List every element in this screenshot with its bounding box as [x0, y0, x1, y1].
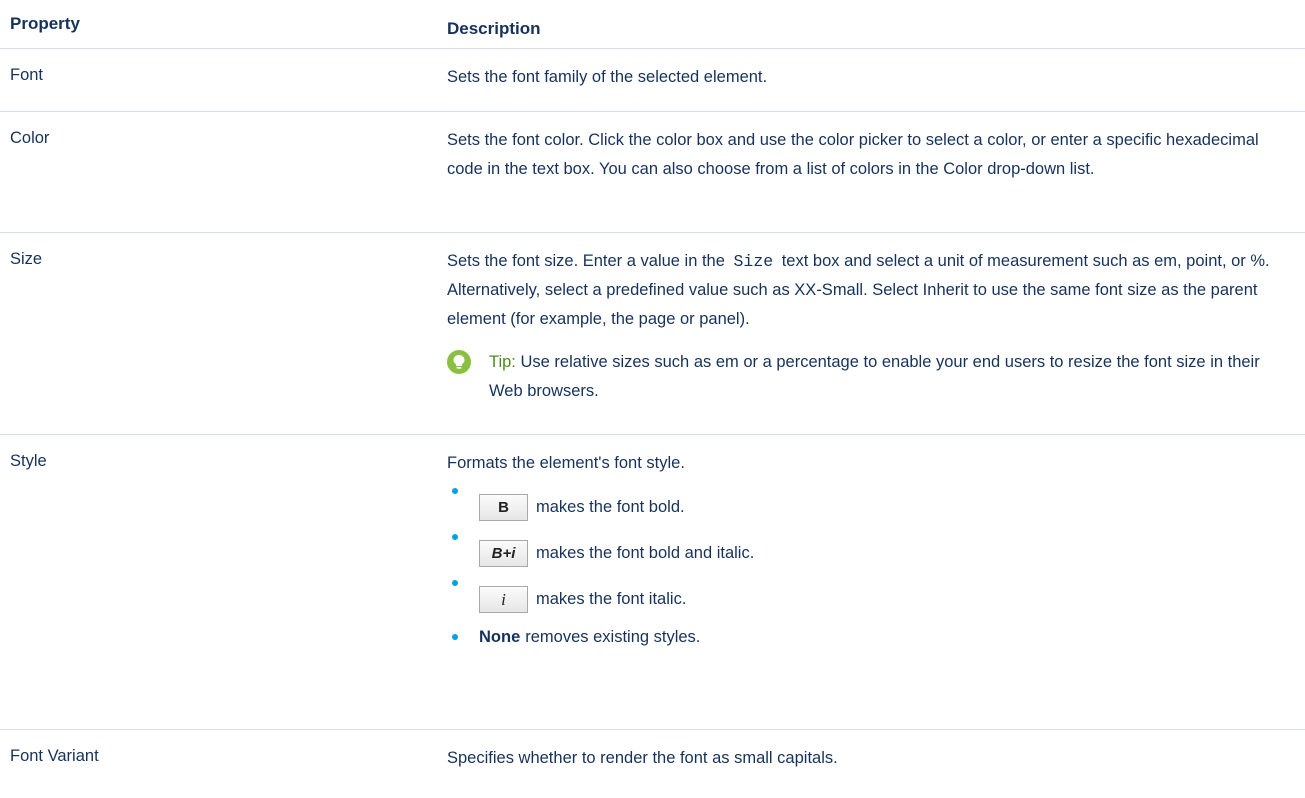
property-table: Property Description Font Sets the font … — [0, 0, 1305, 798]
table-row-style: Style Formats the element's font style. … — [0, 435, 1305, 730]
bullet-icon — [452, 634, 458, 640]
property-description: Specifies whether to render the font as … — [447, 749, 838, 767]
property-description: Sets the font family of the selected ele… — [447, 68, 768, 86]
property-description: Formats the element's font style. B make… — [447, 449, 1297, 652]
list-item: i makes the font italic. — [447, 576, 1297, 622]
size-code: Size — [733, 252, 774, 271]
bullet-icon — [452, 580, 458, 586]
none-label: None — [479, 627, 521, 646]
list-item: None removes existing styles. — [447, 622, 1297, 652]
property-description: Sets the font size. Enter a value in the… — [447, 247, 1297, 406]
table-row-size: Size Sets the font size. Enter a value i… — [0, 233, 1305, 435]
tip-text: Use relative sizes such as em or a perce… — [489, 353, 1260, 400]
lightbulb-icon — [447, 350, 471, 374]
header-property: Property — [10, 14, 80, 33]
tip-label: Tip: — [489, 353, 516, 371]
style-item-text: makes the font bold and italic. — [536, 543, 755, 562]
list-item: B+i makes the font bold and italic. — [447, 530, 1297, 576]
header-description: Description — [447, 19, 541, 38]
bold-italic-button-label: B+i — [491, 544, 516, 562]
table-row-font-variant: Font Variant Specifies whether to render… — [0, 730, 1305, 798]
tip-callout: Tip: Use relative sizes such as em or a … — [447, 348, 1297, 406]
list-item: B makes the font bold. — [447, 484, 1297, 530]
property-name: Style — [10, 452, 47, 470]
style-item-text: makes the font bold. — [536, 497, 685, 516]
style-item-text: removes existing styles. — [525, 627, 701, 646]
style-intro: Formats the element's font style. — [447, 454, 685, 472]
table-row-color: Color Sets the font color. Click the col… — [0, 112, 1305, 233]
bullet-icon — [452, 534, 458, 540]
italic-button-image: i — [479, 585, 528, 613]
style-list: B makes the font bold. B+i makes the fon… — [447, 484, 1297, 652]
table-row-font: Font Sets the font family of the selecte… — [0, 49, 1305, 112]
property-name: Color — [10, 129, 50, 147]
property-name: Size — [10, 250, 43, 268]
style-item-text: makes the font italic. — [536, 589, 687, 608]
bullet-icon — [452, 488, 458, 494]
size-description-part1: Sets the font size. Enter a value in the — [447, 252, 725, 270]
property-description: Sets the font color. Click the color box… — [447, 131, 1259, 178]
property-name: Font — [10, 66, 44, 84]
table-header: Property Description — [0, 0, 1305, 49]
bold-italic-button-image: B+i — [479, 539, 528, 567]
property-name: Font Variant — [10, 747, 99, 765]
bold-button-image: B — [479, 493, 528, 521]
